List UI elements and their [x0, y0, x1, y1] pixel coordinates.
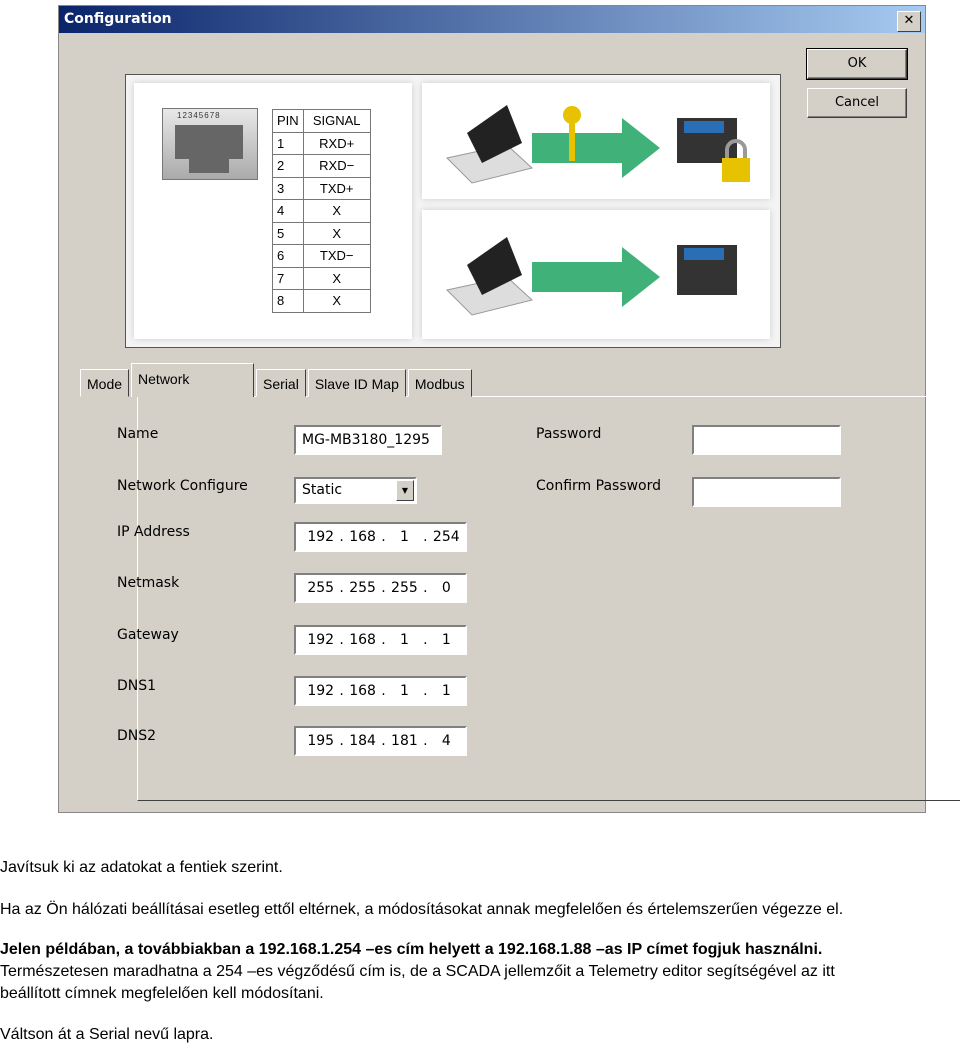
close-button[interactable]: ✕ — [897, 11, 921, 32]
confirm-password-input[interactable] — [692, 477, 841, 507]
chevron-down-icon[interactable]: ▼ — [396, 480, 414, 501]
netmask-input[interactable]: 255. 255. 255. 0 — [294, 573, 467, 603]
name-input[interactable]: MG-MB3180_1295 — [294, 425, 442, 455]
ip-address-input[interactable]: 192. 168. 1. 254 — [294, 522, 467, 552]
network-configure-select[interactable]: Static ▼ — [294, 477, 417, 504]
ok-button[interactable]: OK — [806, 48, 908, 80]
pinout-table: PIN SIGNAL 1 RXD+ 2 RXD− 3 TXD+ 4X 5X 6 TXD− … — [272, 109, 371, 313]
cancel-button[interactable]: Cancel — [807, 88, 907, 118]
arrow-icon — [532, 118, 660, 178]
title-bar: Configuration ✕ — [59, 6, 925, 33]
instruction-paragraph-4: Váltson át a Serial nevű lapra. — [0, 1026, 214, 1043]
device-icon — [677, 245, 737, 295]
instruction-paragraph-1: Javítsuk ki az adatokat a fentiek szerin… — [0, 859, 283, 876]
plain-connection-illustration — [422, 210, 770, 339]
laptop-icon — [445, 237, 534, 316]
instruction-bold-note: Jelen példában, a továbbiakban a 192.168… — [0, 941, 823, 958]
window-title: Configuration — [64, 11, 172, 27]
secure-connection-illustration — [422, 83, 770, 199]
password-label: Password — [536, 426, 602, 442]
laptop-icon — [445, 105, 534, 184]
configuration-dialog: Configuration ✕ OK Cancel 12345678 PIN SI… — [58, 5, 960, 813]
password-input[interactable] — [692, 425, 841, 455]
dns1-label: DNS1 — [117, 678, 157, 694]
network-configure-label: Network Configure — [117, 478, 248, 494]
gateway-label: Gateway — [117, 627, 179, 643]
dns1-input[interactable]: 192. 168. 1. 1 — [294, 676, 467, 706]
confirm-password-label: Confirm Password — [536, 478, 662, 494]
wiring-diagram-image: 12345678 PIN SIGNAL 1 RXD+ 2 RXD− 3 TXD+ 4X … — [125, 74, 781, 348]
netmask-label: Netmask — [117, 575, 180, 591]
instruction-paragraph-2: Ha az Ön hálózati beállításai esetleg et… — [0, 901, 844, 918]
gateway-input[interactable]: 192. 168. 1. 1 — [294, 625, 467, 655]
tab-serial[interactable]: Serial — [256, 369, 306, 397]
ip-address-label: IP Address — [117, 524, 190, 540]
tab-slave-id-map[interactable]: Slave ID Map — [307, 369, 406, 397]
tab-bar: Mode Network Serial Slave ID Map Modbus — [80, 363, 472, 397]
tab-modbus[interactable]: Modbus — [407, 369, 472, 397]
tab-mode[interactable]: Mode — [80, 369, 130, 397]
name-label: Name — [117, 426, 159, 442]
dns2-input[interactable]: 195. 184. 181. 4 — [294, 726, 467, 756]
network-tab-panel — [137, 396, 960, 801]
rj45-connector-icon: 12345678 — [162, 108, 258, 180]
instruction-note-line-3: beállított címnek megfelelően kell módos… — [0, 985, 324, 1002]
dns2-label: DNS2 — [117, 728, 157, 744]
instruction-note-line-2: Természetesen maradhatna a 254 –es végző… — [0, 963, 835, 980]
pinout-panel: 12345678 PIN SIGNAL 1 RXD+ 2 RXD− 3 TXD+ 4X … — [134, 83, 412, 339]
arrow-icon — [532, 247, 660, 307]
tab-network[interactable]: Network — [131, 363, 255, 397]
